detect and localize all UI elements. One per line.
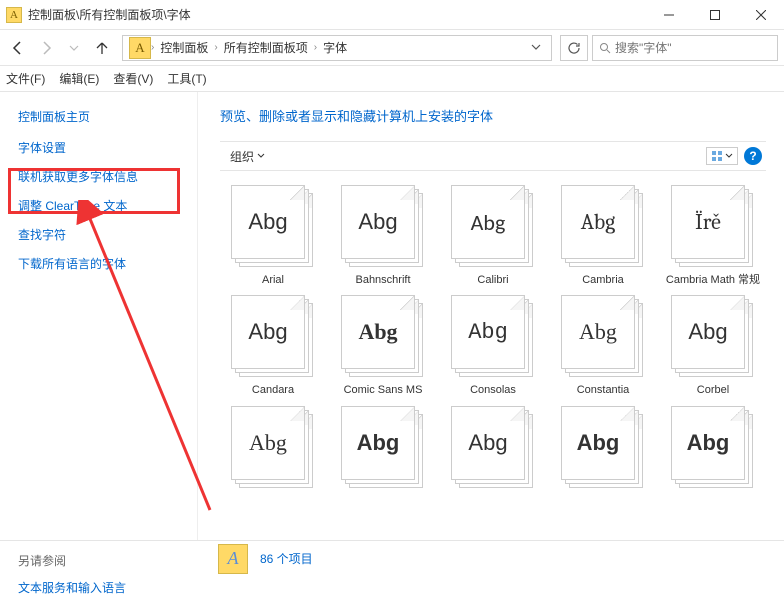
font-sample: Abg <box>358 319 397 345</box>
font-name-label: Cambria Math 常规 <box>666 273 760 287</box>
font-item[interactable]: Abg Calibri <box>440 185 546 287</box>
font-name-label: Calibri <box>477 273 508 287</box>
font-item[interactable]: Abg Consolas <box>440 295 546 397</box>
font-item[interactable]: Abg <box>440 406 546 494</box>
folder-fonts-icon: A <box>129 37 151 59</box>
chevron-down-icon <box>725 152 733 160</box>
view-icon <box>711 150 723 162</box>
breadcrumb-item[interactable]: 字体 <box>317 39 353 56</box>
font-item[interactable]: Ïrě Cambria Math 常规 <box>660 185 766 287</box>
main-panel: 预览、删除或者显示和隐藏计算机上安装的字体 组织 ? Abg Arial Abg Ba… <box>198 92 784 540</box>
address-dropdown[interactable] <box>523 41 549 55</box>
sidebar-link-text-services[interactable]: 文本服务和输入语言 <box>18 579 197 596</box>
font-item[interactable]: Abg Arial <box>220 185 326 287</box>
toolbar: 组织 ? <box>220 141 766 171</box>
maximize-button[interactable] <box>692 0 738 30</box>
font-item[interactable]: Abg Corbel <box>660 295 766 397</box>
search-icon <box>599 42 611 54</box>
organize-label: 组织 <box>230 148 254 165</box>
font-name-label: Candara <box>252 383 294 397</box>
navbar: A › 控制面板 › 所有控制面板项 › 字体 <box>0 30 784 66</box>
font-item[interactable]: Abg Bahnschrift <box>330 185 436 287</box>
font-sample: Ïrě <box>695 209 721 235</box>
sidebar-link-cleartype[interactable]: 调整 ClearType 文本 <box>18 197 197 214</box>
recent-dropdown[interactable] <box>62 36 86 60</box>
menu-file[interactable]: 文件(F) <box>6 70 45 87</box>
breadcrumb-item[interactable]: 所有控制面板项 <box>218 39 314 56</box>
sidebar: 控制面板主页 字体设置 联机获取更多字体信息 调整 ClearType 文本 查… <box>0 92 198 540</box>
sidebar-link-online-fonts[interactable]: 联机获取更多字体信息 <box>18 168 197 185</box>
font-sample: Abg <box>468 430 507 456</box>
font-sample: Abg <box>577 430 620 456</box>
page-title: 预览、删除或者显示和隐藏计算机上安装的字体 <box>220 106 766 125</box>
font-name-label: Comic Sans MS <box>344 383 423 397</box>
app-icon: A <box>6 7 22 23</box>
sidebar-link-font-settings[interactable]: 字体设置 <box>18 139 197 156</box>
forward-button[interactable] <box>34 36 58 60</box>
font-item[interactable]: Abg <box>330 406 436 494</box>
font-sample: Abg <box>468 320 508 345</box>
font-name-label: Constantia <box>577 383 630 397</box>
font-name-label: Consolas <box>470 383 516 397</box>
fonts-folder-icon: A <box>218 544 248 574</box>
font-sample: Abg <box>358 209 397 235</box>
chevron-down-icon <box>257 152 265 160</box>
menu-tools[interactable]: 工具(T) <box>167 70 206 87</box>
minimize-button[interactable] <box>646 0 692 30</box>
item-count: 86 个项目 <box>260 550 313 567</box>
font-name-label: Cambria <box>582 273 624 287</box>
font-name-label: Corbel <box>697 383 729 397</box>
font-item[interactable]: Abg <box>660 406 766 494</box>
menu-edit[interactable]: 编辑(E) <box>59 70 99 87</box>
search-input[interactable] <box>615 41 771 55</box>
font-sample: Abg <box>581 209 616 235</box>
font-item[interactable]: Abg <box>550 406 656 494</box>
sidebar-link-find-char[interactable]: 查找字符 <box>18 226 197 243</box>
font-sample: Abg <box>248 319 287 345</box>
organize-button[interactable]: 组织 <box>224 148 271 165</box>
refresh-button[interactable] <box>560 35 588 61</box>
help-button[interactable]: ? <box>744 147 762 165</box>
search-box[interactable] <box>592 35 778 61</box>
close-button[interactable] <box>738 0 784 30</box>
address-breadcrumb[interactable]: A › 控制面板 › 所有控制面板项 › 字体 <box>122 35 552 61</box>
breadcrumb-item[interactable]: 控制面板 <box>154 39 214 56</box>
font-sample: Abg <box>687 430 730 456</box>
statusbar: A 86 个项目 <box>0 540 784 576</box>
up-button[interactable] <box>90 36 114 60</box>
sidebar-home[interactable]: 控制面板主页 <box>18 108 197 125</box>
font-item[interactable]: Abg Comic Sans MS <box>330 295 436 397</box>
font-sample: Abg <box>471 209 506 236</box>
menu-view[interactable]: 查看(V) <box>113 70 153 87</box>
window-title: 控制面板\所有控制面板项\字体 <box>28 6 646 23</box>
font-sample: Abg <box>579 319 617 345</box>
font-sample: Abg <box>357 430 400 456</box>
font-name-label: Arial <box>262 273 284 287</box>
font-item[interactable]: Abg <box>220 406 326 494</box>
font-sample: Abg <box>249 430 287 456</box>
font-name-label: Bahnschrift <box>355 273 410 287</box>
font-item[interactable]: Abg Candara <box>220 295 326 397</box>
sidebar-link-download-langs[interactable]: 下载所有语言的字体 <box>18 255 197 272</box>
titlebar: A 控制面板\所有控制面板项\字体 <box>0 0 784 30</box>
font-sample: Abg <box>248 209 287 235</box>
font-item[interactable]: Abg Cambria <box>550 185 656 287</box>
font-sample: Abg <box>688 319 727 345</box>
font-item[interactable]: Abg Constantia <box>550 295 656 397</box>
font-grid: Abg Arial Abg Bahnschrift Abg Calibri Abg Cambr… <box>220 171 766 494</box>
back-button[interactable] <box>6 36 30 60</box>
view-options-button[interactable] <box>706 147 738 165</box>
menubar: 文件(F) 编辑(E) 查看(V) 工具(T) <box>0 66 784 92</box>
